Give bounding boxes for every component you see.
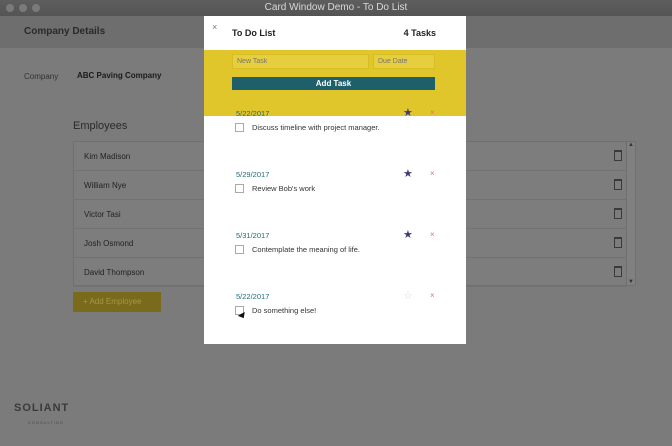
- company-value[interactable]: ABC Paving Company: [77, 71, 161, 80]
- company-label: Company: [24, 72, 59, 81]
- task-date: 5/22/2017: [236, 109, 270, 118]
- task-text: Do something else!: [252, 306, 317, 315]
- task-item: 5/31/2017 ★ × Contemplate the meaning of…: [204, 228, 466, 291]
- task-text: Review Bob's work: [252, 184, 316, 193]
- task-item: 5/22/2017 ★ × Discuss timeline with proj…: [204, 106, 466, 169]
- employees-title: Employees: [73, 120, 128, 132]
- trash-icon[interactable]: [614, 237, 622, 248]
- close-window-icon[interactable]: [6, 4, 14, 12]
- star-icon[interactable]: ★: [403, 167, 413, 180]
- zoom-window-icon[interactable]: [32, 4, 40, 12]
- employee-name: Kim Madison: [84, 152, 131, 161]
- add-task-button[interactable]: Add Task: [232, 77, 435, 90]
- logo: SOLIANT: [14, 402, 70, 414]
- logo-subtitle: CONSULTING: [28, 420, 64, 425]
- task-checkbox[interactable]: [235, 184, 244, 193]
- trash-icon[interactable]: [614, 150, 622, 161]
- task-checkbox[interactable]: [235, 245, 244, 254]
- employee-name: Victor Tasi: [84, 210, 121, 219]
- trash-icon[interactable]: [614, 208, 622, 219]
- trash-icon[interactable]: [614, 266, 622, 277]
- new-task-input[interactable]: [232, 54, 369, 69]
- delete-icon[interactable]: ×: [430, 230, 435, 239]
- task-item: 5/22/2017 ☆ × Do something else!: [204, 289, 466, 352]
- star-icon[interactable]: ★: [403, 228, 413, 241]
- window-titlebar: Card Window Demo - To Do List: [0, 0, 672, 16]
- employee-name: Josh Osmond: [84, 239, 134, 248]
- minimize-window-icon[interactable]: [19, 4, 27, 12]
- todo-card-window: × To Do List 4 Tasks Add Task 5/22/2017 …: [204, 16, 466, 344]
- task-text: Contemplate the meaning of life.: [252, 245, 360, 254]
- employees-scrollbar[interactable]: ▲ ▼: [626, 142, 635, 285]
- todo-title: To Do List: [232, 28, 276, 38]
- star-icon[interactable]: ★: [403, 106, 413, 119]
- close-icon[interactable]: ×: [212, 22, 217, 32]
- employee-name: David Thompson: [84, 268, 145, 277]
- task-count: 4 Tasks: [403, 28, 436, 38]
- due-date-input[interactable]: [373, 54, 435, 69]
- task-date: 5/22/2017: [236, 292, 270, 301]
- delete-icon[interactable]: ×: [430, 291, 435, 300]
- trash-icon[interactable]: [614, 179, 622, 190]
- delete-icon[interactable]: ×: [430, 169, 435, 178]
- task-date: 5/29/2017: [236, 170, 270, 179]
- scroll-up-icon[interactable]: ▲: [627, 142, 635, 148]
- window-title: Card Window Demo - To Do List: [264, 2, 408, 13]
- scroll-down-icon[interactable]: ▼: [627, 279, 635, 285]
- employee-name: William Nye: [84, 181, 127, 190]
- task-text: Discuss timeline with project manager.: [252, 123, 380, 132]
- task-date: 5/31/2017: [236, 231, 270, 240]
- star-outline-icon[interactable]: ☆: [403, 289, 413, 302]
- add-employee-button[interactable]: + Add Employee: [73, 292, 161, 312]
- task-checkbox[interactable]: [235, 123, 244, 132]
- delete-icon[interactable]: ×: [430, 108, 435, 117]
- task-item: 5/29/2017 ★ × Review Bob's work: [204, 167, 466, 230]
